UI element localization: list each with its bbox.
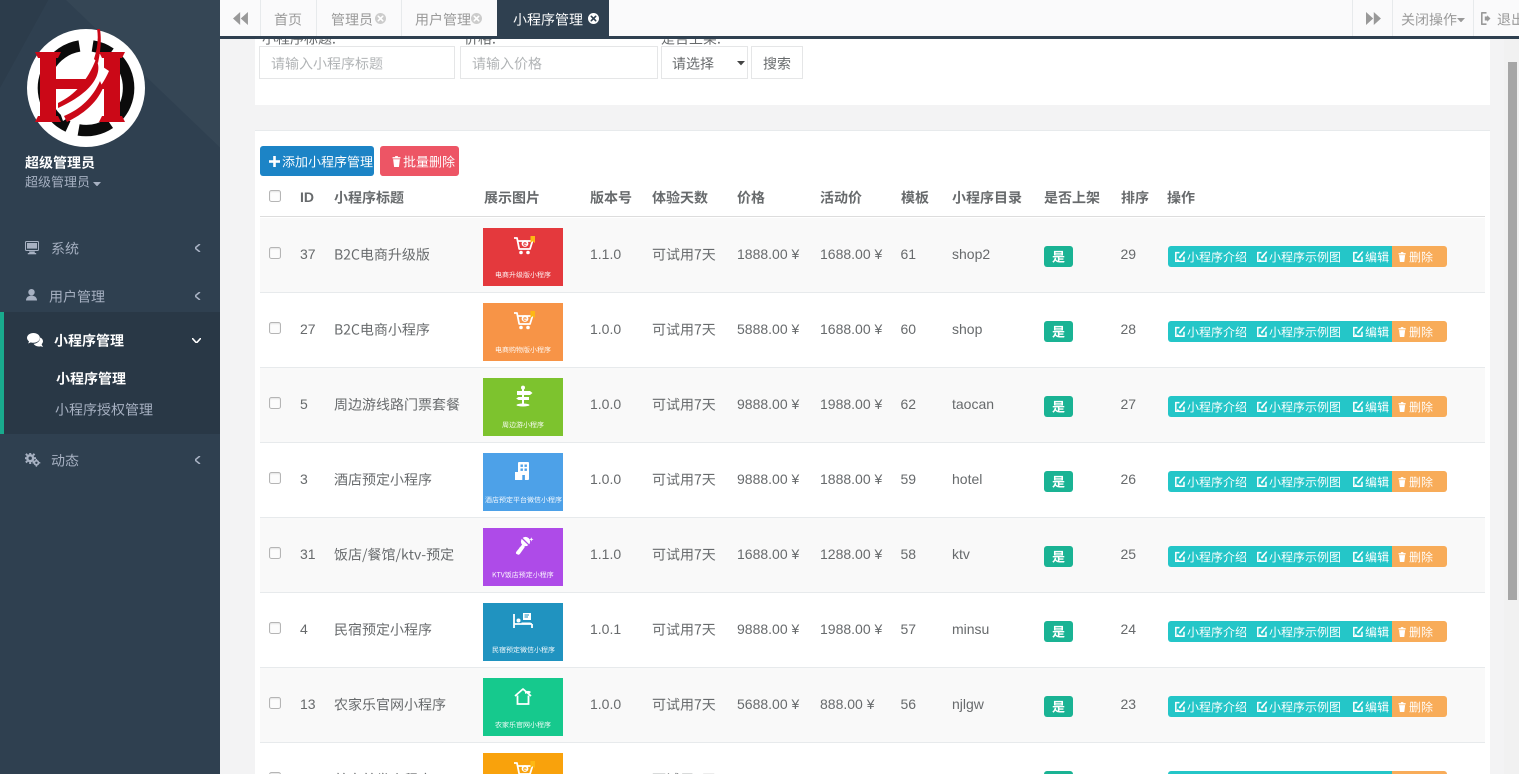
svg-text:e: e [523,241,527,248]
svg-text:e: e [523,316,527,323]
svg-text:e: e [523,766,527,773]
